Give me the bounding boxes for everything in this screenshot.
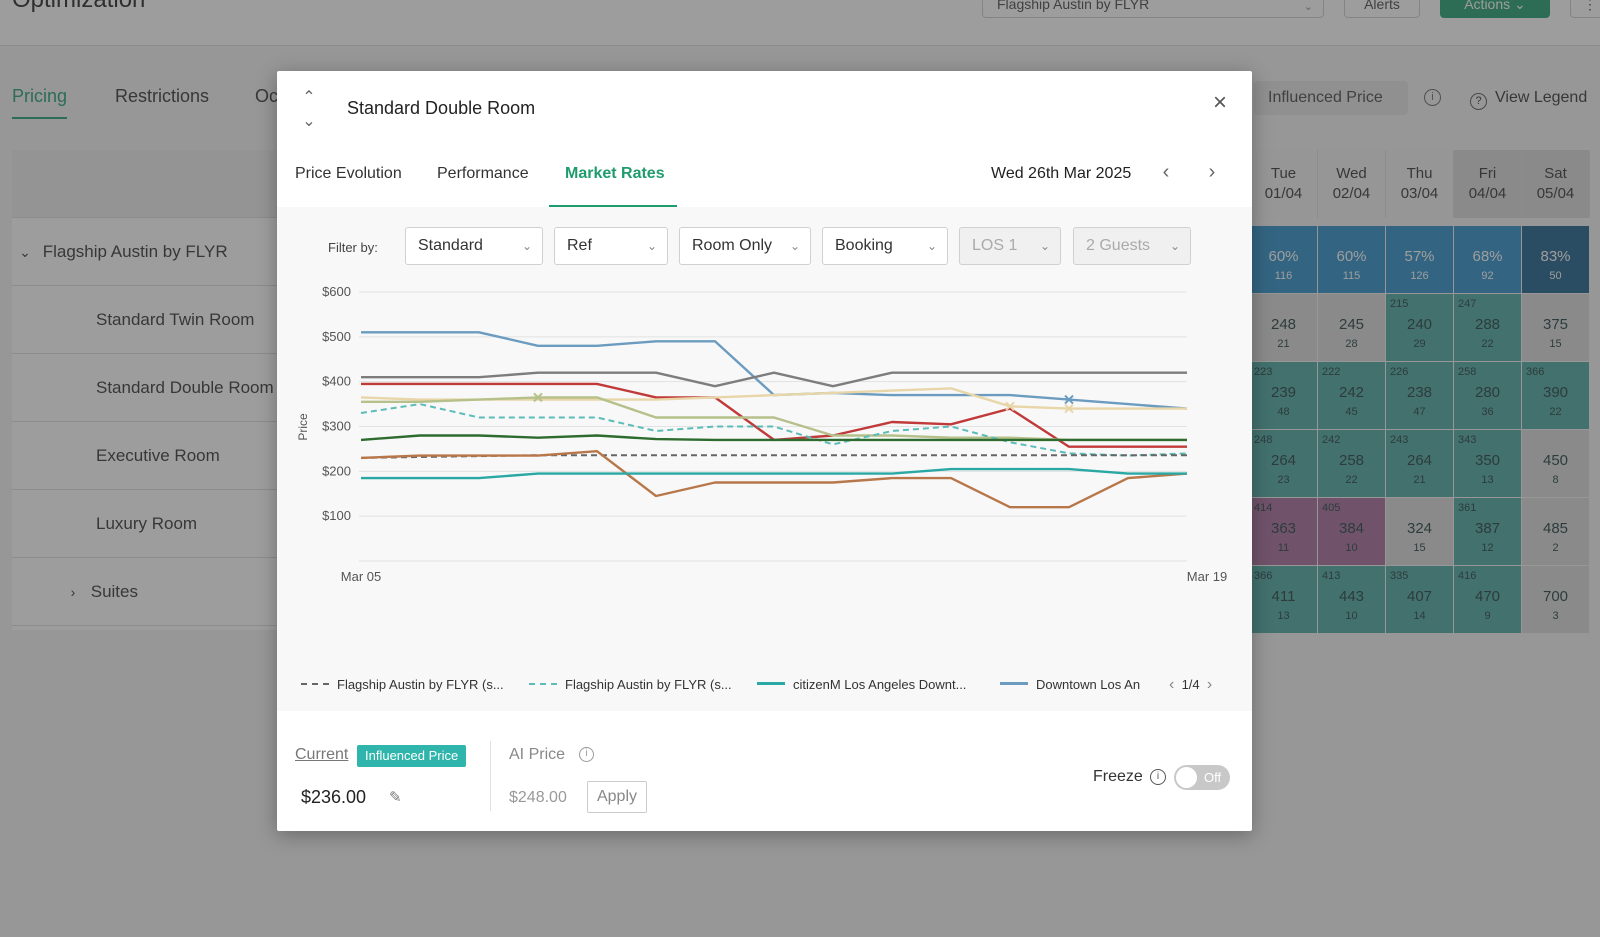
tab-price-evolution[interactable]: Price Evolution	[295, 165, 402, 183]
legend-item[interactable]: Downtown Los An	[1000, 675, 1140, 695]
y-tick-label: $300	[322, 419, 351, 434]
chevron-left-icon[interactable]: ‹	[1157, 161, 1175, 184]
info-icon[interactable]: i	[1150, 769, 1166, 785]
market-rates-chart: $100 $200 $300 $400 $500 $600 Price Mar 05 Mar 1…	[296, 284, 1227, 584]
y-tick-label: $100	[322, 508, 351, 523]
series-line-9	[361, 467, 1187, 480]
legend-label: Flagship Austin by FLYR (s...	[337, 677, 504, 692]
info-icon[interactable]: i	[579, 747, 594, 762]
modal-tabs: Price Evolution Performance Market Rates…	[277, 123, 1252, 209]
y-tick-label: $200	[322, 463, 351, 478]
market-rates-panel: Filter by: Standard ⌄ Ref ⌄ Room Only ⌄ Boo…	[277, 207, 1252, 711]
y-tick-label: $600	[322, 284, 351, 299]
y-tick-label: $500	[322, 329, 351, 344]
selected-date: Wed 26th Mar 2025	[991, 165, 1132, 182]
divider	[490, 741, 491, 811]
series-line-2	[361, 382, 1187, 448]
series-line-4	[361, 396, 1187, 442]
ai-price-value: $248.00	[509, 789, 567, 806]
close-icon[interactable]: ×	[1208, 91, 1232, 115]
chevron-right-icon[interactable]: ›	[1203, 161, 1221, 184]
chevron-left-icon[interactable]: ‹	[1169, 676, 1174, 693]
legend-item[interactable]: Flagship Austin by FLYR (s...	[301, 675, 504, 695]
legend-label: citizenM Los Angeles Downt...	[793, 677, 967, 692]
legend-pager: ‹ 1/4 ›	[1169, 675, 1212, 695]
current-price-value: $236.00	[301, 787, 367, 807]
x-tick-label: Mar 19	[1187, 569, 1227, 584]
legend-item[interactable]: Flagship Austin by FLYR (s...	[529, 675, 732, 695]
modal-title: Standard Double Room	[347, 98, 536, 118]
series-line-8	[360, 449, 1188, 509]
influenced-price-badge: Influenced Price	[357, 745, 467, 767]
y-tick-label: $400	[322, 374, 351, 389]
legend-label: Downtown Los An	[1036, 677, 1141, 692]
legend-swatch	[301, 683, 329, 685]
room-detail-modal: ⌃ ⌄ Standard Double Room × Price Evoluti…	[277, 71, 1252, 831]
legend-label: Flagship Austin by FLYR (s...	[565, 677, 732, 692]
ai-price-label: AI Price	[509, 746, 566, 763]
legend-page: 1/4	[1181, 677, 1200, 692]
series-line-5	[360, 403, 1188, 457]
edit-icon[interactable]: ✎	[389, 788, 402, 806]
legend-swatch	[757, 682, 785, 685]
apply-button[interactable]: Apply	[587, 781, 647, 813]
tab-market-rates[interactable]: Market Rates	[565, 165, 665, 183]
price-footer: Current Influenced Price $236.00 ✎ AI Pr…	[277, 711, 1252, 831]
toggle-knob	[1176, 767, 1197, 788]
tab-performance[interactable]: Performance	[437, 165, 529, 183]
legend-item[interactable]: citizenM Los Angeles Downt...	[757, 675, 966, 695]
chart-legend: Flagship Austin by FLYR (s... Flagship A…	[277, 675, 1252, 699]
series-line-6	[360, 434, 1187, 442]
legend-swatch	[1000, 682, 1028, 685]
toggle-label: Off	[1204, 770, 1222, 785]
freeze-toggle[interactable]: Off	[1174, 765, 1230, 790]
chevron-right-icon[interactable]: ›	[1207, 676, 1212, 693]
chevron-up-icon[interactable]: ⌃	[297, 87, 321, 107]
series-line-0	[361, 331, 1188, 410]
x-tick-label: Mar 05	[341, 569, 381, 584]
current-link[interactable]: Current	[295, 746, 348, 764]
legend-swatch	[529, 683, 557, 685]
y-axis-label: Price	[296, 413, 310, 441]
freeze-label: Freeze	[1093, 768, 1143, 785]
